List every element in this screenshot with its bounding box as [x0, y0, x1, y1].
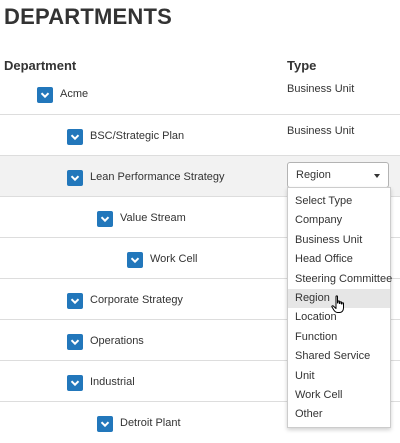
column-header-type: Type — [287, 58, 317, 73]
table-row: Acme Business Unit — [0, 73, 400, 114]
dropdown-option[interactable]: Function — [288, 328, 390, 347]
department-name: BSC/Strategic Plan — [90, 130, 185, 142]
department-type: Business Unit — [287, 83, 355, 95]
type-select-value: Region — [296, 169, 331, 181]
dropdown-option[interactable]: Select Type — [288, 192, 390, 211]
department-type: Business Unit — [287, 125, 355, 137]
department-name: Lean Performance Strategy — [90, 171, 225, 183]
chevron-down-icon[interactable] — [37, 87, 53, 103]
dropdown-option[interactable]: Work Cell — [288, 386, 390, 405]
department-name: Work Cell — [150, 253, 198, 265]
chevron-down-icon[interactable] — [97, 416, 113, 432]
chevron-down-icon[interactable] — [67, 129, 83, 145]
chevron-down-icon[interactable] — [97, 211, 113, 227]
dropdown-option[interactable]: Company — [288, 211, 390, 230]
dropdown-option[interactable]: Head Office — [288, 250, 390, 269]
hand-cursor-icon — [331, 295, 344, 313]
dropdown-option[interactable]: Unit — [288, 367, 390, 386]
department-name: Acme — [60, 88, 89, 100]
dropdown-option[interactable]: Steering Committee — [288, 270, 392, 289]
dropdown-option[interactable]: Other — [288, 405, 390, 424]
dropdown-option[interactable]: Business Unit — [288, 231, 390, 250]
table-row: BSC/Strategic Plan Business Unit — [0, 114, 400, 155]
chevron-down-icon[interactable] — [67, 334, 83, 350]
caret-down-icon — [374, 174, 380, 178]
type-select[interactable]: Region — [287, 162, 389, 188]
department-name: Operations — [90, 335, 144, 347]
chevron-down-icon[interactable] — [67, 375, 83, 391]
chevron-down-icon[interactable] — [127, 252, 143, 268]
dropdown-option[interactable]: Shared Service — [288, 347, 390, 366]
department-name: Value Stream — [120, 212, 186, 224]
chevron-down-icon[interactable] — [67, 170, 83, 186]
department-name: Industrial — [90, 376, 135, 388]
page-title: DEPARTMENTS — [4, 4, 173, 29]
column-header-department: Department — [4, 58, 77, 73]
chevron-down-icon[interactable] — [67, 293, 83, 309]
department-name: Corporate Strategy — [90, 294, 183, 306]
department-name: Detroit Plant — [120, 417, 181, 429]
